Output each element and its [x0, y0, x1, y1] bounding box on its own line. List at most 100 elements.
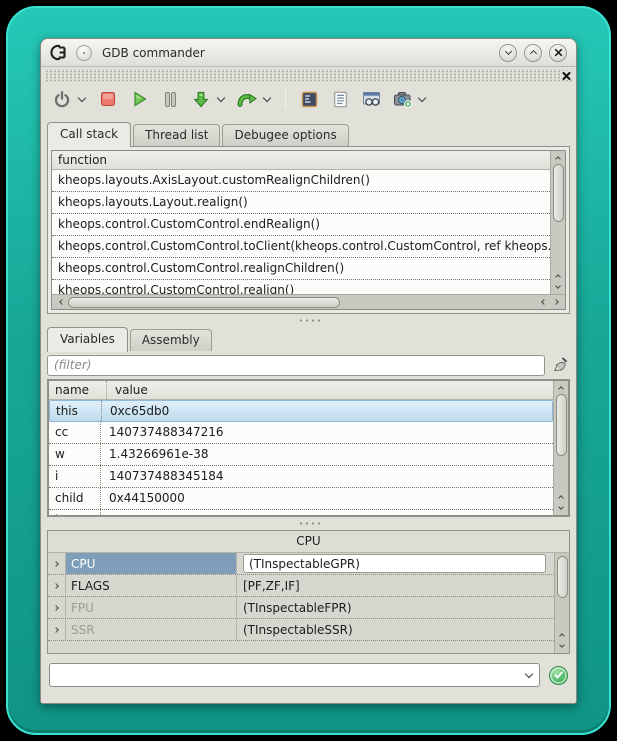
- title-bar[interactable]: GDB commander: [41, 39, 576, 67]
- window-title: GDB commander: [102, 46, 499, 60]
- scroll-up-button[interactable]: [556, 492, 567, 502]
- chevron-down-icon: [555, 283, 561, 289]
- power-button[interactable]: [51, 87, 73, 111]
- stop-button[interactable]: [97, 87, 119, 111]
- step-over-menu-button[interactable]: [261, 87, 273, 111]
- cpu-register-row[interactable]: CPU (TInspectableGPR): [48, 553, 554, 575]
- chevron-right-icon: [553, 299, 559, 305]
- splitter-handle[interactable]: [41, 314, 576, 327]
- window-menu-button[interactable]: [76, 45, 92, 61]
- scroll-up-button[interactable]: [556, 383, 567, 393]
- clear-filter-button[interactable]: [550, 355, 570, 375]
- call-stack-row[interactable]: kheops.control.CustomControl.realignChil…: [52, 258, 550, 280]
- view-messages-button[interactable]: [329, 87, 351, 111]
- call-stack-row[interactable]: kheops.control.CustomControl.toClient(kh…: [52, 236, 550, 258]
- app-logo-icon: [50, 44, 70, 61]
- combo-chevron-down-icon[interactable]: [525, 670, 533, 678]
- expand-button[interactable]: [48, 584, 65, 588]
- minimize-button[interactable]: [499, 44, 517, 62]
- scrollbar-thumb[interactable]: [556, 394, 567, 456]
- expand-button[interactable]: [48, 562, 65, 566]
- scroll-up-button[interactable]: [553, 271, 564, 281]
- cpu-panel-title: CPU: [48, 531, 569, 552]
- chevron-up-icon: [558, 495, 564, 501]
- dock-grip-bar[interactable]: [45, 69, 572, 82]
- snapshot-menu-button[interactable]: [416, 87, 428, 111]
- call-stack-horizontal-scrollbar[interactable]: [52, 294, 565, 309]
- tab-variables[interactable]: Variables: [47, 327, 128, 352]
- variable-row[interactable]: h 1.43266961e-38: [49, 510, 553, 515]
- send-command-button[interactable]: [549, 666, 568, 685]
- run-button[interactable]: [128, 87, 150, 111]
- variable-row[interactable]: child 0x44150000: [49, 488, 553, 510]
- scrollbar-thumb[interactable]: [553, 164, 564, 222]
- variable-row[interactable]: w 1.43266961e-38: [49, 444, 553, 466]
- step-into-arrow-icon: [192, 90, 210, 108]
- variables-vertical-scrollbar[interactable]: [553, 381, 568, 515]
- watch-window-icon: [362, 91, 381, 107]
- call-stack-row[interactable]: kheops.layouts.Layout.realign(): [52, 192, 550, 214]
- scrollbar-thumb[interactable]: [557, 556, 568, 598]
- chevron-down-icon: [78, 94, 86, 102]
- tab-assembly[interactable]: Assembly: [130, 329, 212, 351]
- scroll-up-button[interactable]: [557, 630, 568, 640]
- filter-input[interactable]: [47, 355, 545, 376]
- name-column-header[interactable]: name: [55, 381, 107, 399]
- chevron-right-icon: [53, 605, 59, 611]
- cpu-register-row[interactable]: SSR (TInspectableSSR): [48, 619, 554, 641]
- tab-debugee-options[interactable]: Debugee options: [222, 124, 348, 146]
- chevron-up-icon: [558, 386, 564, 392]
- call-stack-row[interactable]: kheops.layouts.AxisLayout.customRealignC…: [52, 170, 550, 192]
- cpu-register-row[interactable]: FPU (TInspectableFPR): [48, 597, 554, 619]
- maximize-button[interactable]: [524, 44, 542, 62]
- scroll-down-button[interactable]: [556, 503, 567, 513]
- step-over-button[interactable]: [236, 87, 258, 111]
- cpu-vertical-scrollbar[interactable]: [554, 553, 569, 653]
- check-icon: [554, 671, 563, 679]
- view-cpu-button[interactable]: [298, 87, 320, 111]
- grip-dots: [298, 319, 320, 322]
- close-x-icon: [554, 48, 563, 57]
- tab-call-stack[interactable]: Call stack: [47, 122, 131, 147]
- variable-row[interactable]: this 0xc65db0: [49, 400, 553, 422]
- pause-button[interactable]: [159, 87, 181, 111]
- register-value-field[interactable]: (TInspectableGPR): [243, 554, 546, 573]
- scroll-up-button[interactable]: [553, 153, 564, 163]
- view-watch-button[interactable]: [360, 87, 382, 111]
- splitter-handle[interactable]: [41, 517, 576, 530]
- scroll-left-button[interactable]: [537, 297, 548, 307]
- dock-close-button[interactable]: [561, 71, 572, 80]
- cpu-register-row[interactable]: FLAGS [PF,ZF,IF]: [48, 575, 554, 597]
- grip-dots: [298, 522, 320, 525]
- scroll-down-button[interactable]: [557, 641, 568, 651]
- play-icon: [131, 90, 148, 108]
- tab-thread-list[interactable]: Thread list: [133, 124, 220, 146]
- gdb-command-combobox[interactable]: [49, 663, 540, 687]
- value-column-header[interactable]: value: [107, 381, 148, 399]
- close-button[interactable]: [549, 44, 567, 62]
- expand-button[interactable]: [48, 628, 65, 632]
- scroll-down-button[interactable]: [553, 282, 564, 292]
- chevron-left-icon: [541, 299, 547, 305]
- call-stack-column-header[interactable]: function: [52, 151, 550, 170]
- call-stack-vertical-scrollbar[interactable]: [550, 151, 565, 294]
- call-stack-row[interactable]: kheops.control.CustomControl.realign(): [52, 280, 550, 294]
- power-menu-button[interactable]: [76, 87, 88, 111]
- scrollbar-thumb[interactable]: [68, 297, 340, 308]
- document-list-icon: [333, 91, 348, 108]
- step-into-button[interactable]: [190, 87, 212, 111]
- snapshot-button[interactable]: [391, 87, 413, 111]
- call-stack-row[interactable]: kheops.control.CustomControl.endRealign(…: [52, 214, 550, 236]
- chevron-down-icon: [217, 94, 225, 102]
- expand-button[interactable]: [48, 606, 65, 610]
- scroll-right-button[interactable]: [551, 297, 562, 307]
- variables-panel: name value this 0xc65db0 cc 140737488347…: [47, 379, 570, 517]
- chevron-left-icon: [59, 299, 65, 305]
- variable-row[interactable]: i 140737488345184: [49, 466, 553, 488]
- gdb-command-input[interactable]: [57, 667, 526, 683]
- scroll-left-button[interactable]: [55, 297, 66, 307]
- broom-icon: [552, 357, 568, 373]
- variable-row[interactable]: cc 140737488347216: [49, 422, 553, 444]
- camera-add-icon: [393, 90, 412, 108]
- step-into-menu-button[interactable]: [215, 87, 227, 111]
